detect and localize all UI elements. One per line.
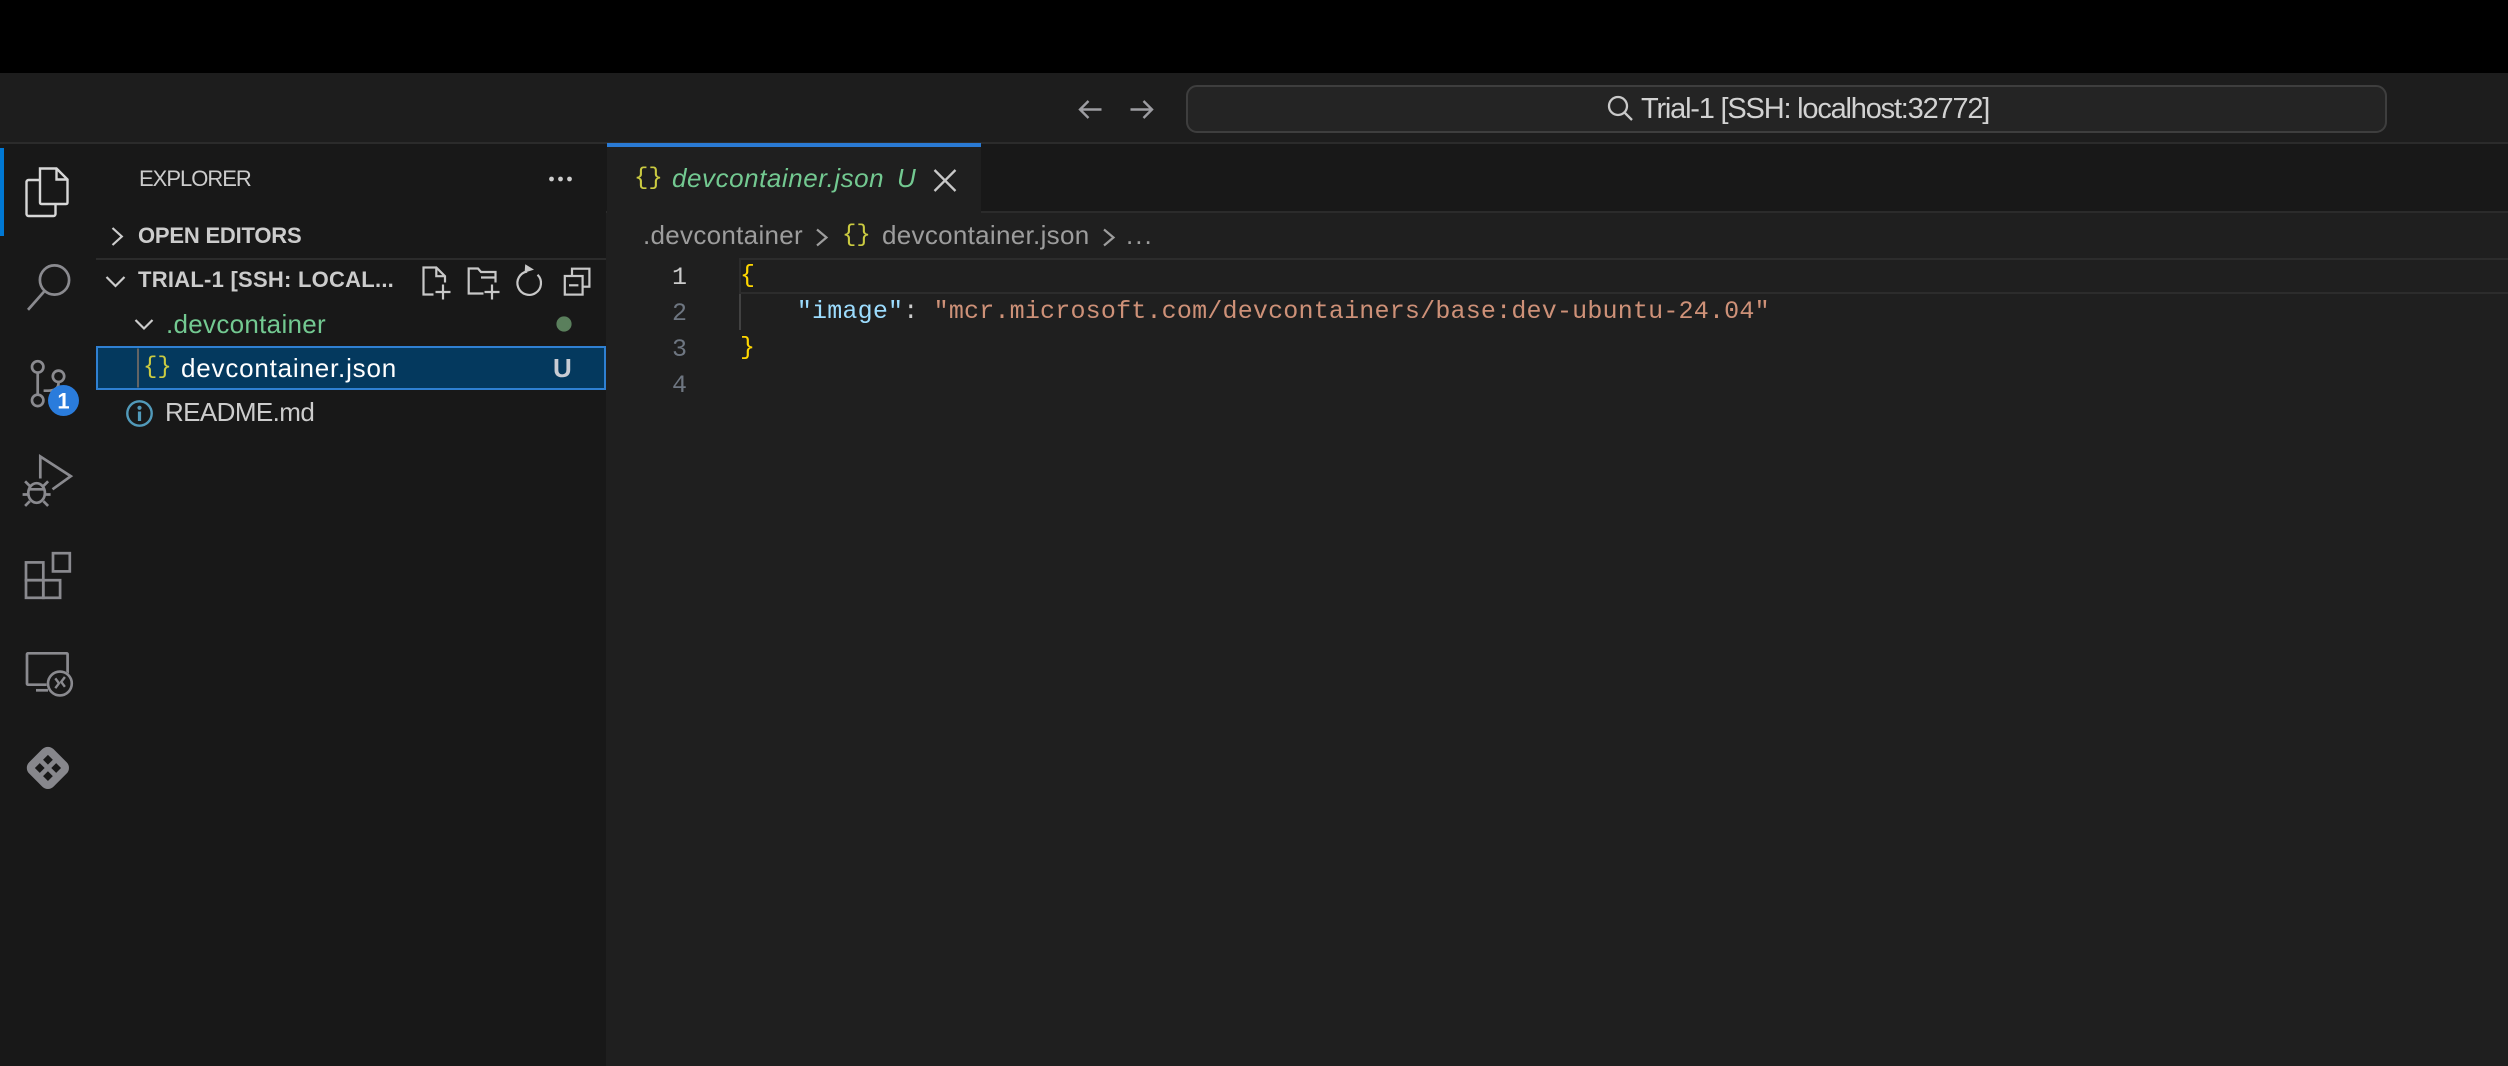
- svg-text:1: 1: [57, 389, 69, 414]
